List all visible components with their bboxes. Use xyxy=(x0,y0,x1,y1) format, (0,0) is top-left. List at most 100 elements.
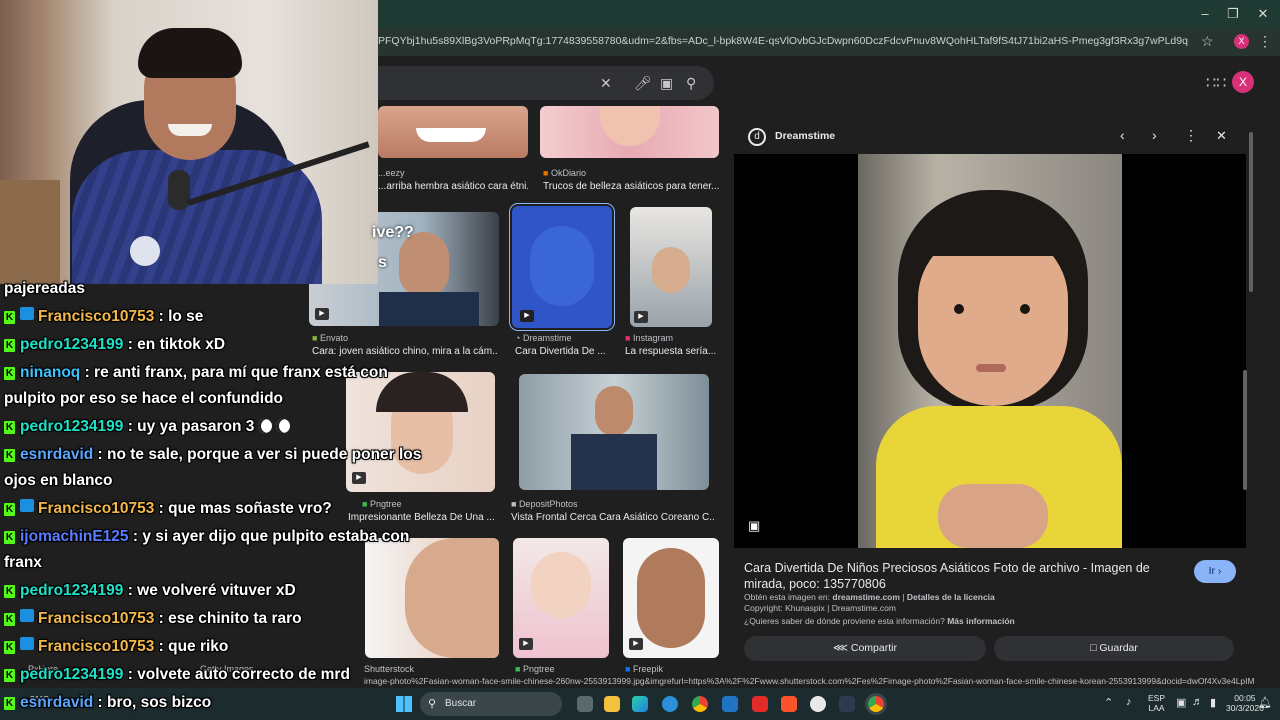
network-icon[interactable]: ▣ xyxy=(1176,696,1186,709)
close-preview-icon[interactable]: ✕ xyxy=(1216,128,1227,144)
subscriber-badge-icon xyxy=(20,609,34,622)
chat-message: Kpedro1234199 : uy ya pasaron 3 xyxy=(4,414,434,440)
more-options-icon[interactable]: ⋮ xyxy=(1184,127,1198,144)
smile-shape xyxy=(168,124,212,136)
language-indicator[interactable]: ESP LAA xyxy=(1148,693,1165,713)
page-scrollbar[interactable] xyxy=(1243,370,1247,490)
search-input[interactable]: ✕ 🎤︎ ▣ ⚲ xyxy=(360,66,714,100)
lens-search-icon[interactable]: ▣ xyxy=(660,75,673,92)
chat-username[interactable]: Francisco10753 xyxy=(38,610,154,627)
chat-line: pajereadas xyxy=(4,280,85,297)
kick-badge-icon: K xyxy=(4,531,15,544)
mouth-shape xyxy=(976,364,1006,372)
license-link[interactable]: Detalles de la licencia xyxy=(907,592,995,602)
volume-icon[interactable]: ♬ xyxy=(1192,696,1203,708)
kick-badge-icon: K xyxy=(4,697,15,710)
url-text[interactable]: PFQYbj1hu5s89XlBg3VoPRpMqTg:177483955878… xyxy=(378,35,1188,47)
result-image-selected[interactable]: ▶ xyxy=(509,203,615,331)
jersey-badge-icon xyxy=(130,236,160,266)
next-image-icon[interactable]: › xyxy=(1152,127,1157,143)
tray-expand-icon[interactable]: ⌃ xyxy=(1104,696,1113,709)
app-icon[interactable] xyxy=(810,696,826,712)
eyes-emote-icon xyxy=(258,419,273,433)
browser-menu-icon[interactable]: ⋮ xyxy=(1250,31,1280,51)
voice-search-icon[interactable]: 🎤︎ xyxy=(634,75,652,92)
youtube-icon[interactable] xyxy=(752,696,768,712)
copilot-icon[interactable] xyxy=(632,696,648,712)
obs-icon[interactable] xyxy=(839,696,855,712)
chat-username[interactable]: esnrdavid xyxy=(20,694,93,711)
close-window-icon[interactable]: ✕ xyxy=(1248,4,1278,24)
chat-username[interactable]: pedro1234199 xyxy=(20,336,123,353)
brave-icon[interactable] xyxy=(781,696,797,712)
eye-shape xyxy=(954,304,964,314)
chrome-icon[interactable] xyxy=(692,696,708,712)
subscriber-badge-icon xyxy=(20,307,34,320)
chat-username[interactable]: Francisco10753 xyxy=(38,308,154,325)
chat-text: : uy ya pasaron 3 xyxy=(123,418,255,435)
result-image[interactable]: ▶ xyxy=(630,207,712,327)
preview-site-name[interactable]: Dreamstime xyxy=(775,130,835,142)
chat-username[interactable]: pedro1234199 xyxy=(20,418,123,435)
taskbar-search[interactable]: ⚲ Buscar xyxy=(420,692,562,716)
clock-time: 00:05 xyxy=(1234,693,1256,703)
file-explorer-icon[interactable] xyxy=(604,696,620,712)
notification-icon[interactable]: 🔔︎ xyxy=(1258,696,1272,709)
result-caption[interactable]: Trucos de belleza asiáticos para tener..… xyxy=(543,181,719,192)
obtain-site-link[interactable]: dreamstime.com xyxy=(832,592,900,602)
face-shape xyxy=(531,552,591,618)
chat-username[interactable]: ijomachinE125 xyxy=(20,528,129,545)
chat-text: : que mas soñaste vro? xyxy=(154,500,332,517)
search-icon[interactable]: ⚲ xyxy=(686,75,696,92)
chat-username[interactable]: pedro1234199 xyxy=(20,666,123,683)
bookmark-star-icon[interactable]: ☆ xyxy=(1201,33,1214,50)
share-button[interactable]: ⋘ Compartir xyxy=(744,636,986,661)
result-caption[interactable]: Vista Frontal Cerca Cara Asiático Corean… xyxy=(511,512,715,523)
preview-image[interactable] xyxy=(858,154,1122,548)
result-caption[interactable]: ...arriba hembra asiático cara étni... xyxy=(378,181,528,192)
chat-text: : bro, sos bizco xyxy=(93,694,212,711)
overlay-fragment: ive?? xyxy=(372,224,414,241)
profile-avatar-small[interactable]: X xyxy=(1234,34,1249,49)
result-image[interactable] xyxy=(519,374,709,490)
preview-image-frame: ▣ xyxy=(734,154,1246,548)
edge-icon[interactable] xyxy=(662,696,678,712)
lens-image-icon[interactable]: ▣ xyxy=(748,518,760,534)
minimize-icon[interactable]: – xyxy=(1190,4,1220,24)
microphone-icon[interactable]: ♪ xyxy=(1126,696,1132,708)
layout-code: LAA xyxy=(1148,703,1165,713)
result-source-name: Dreamstime xyxy=(522,333,572,343)
pngtree-icon: ■ xyxy=(515,664,523,674)
streamer-hair-shape xyxy=(138,28,242,78)
more-info-link[interactable]: Más información xyxy=(947,616,1015,626)
save-button[interactable]: □ Guardar xyxy=(994,636,1234,661)
store-icon[interactable] xyxy=(722,696,738,712)
chat-username[interactable]: esnrdavid xyxy=(20,446,93,463)
task-view-icon[interactable] xyxy=(577,696,593,712)
visit-button[interactable]: Ir › xyxy=(1194,560,1236,583)
chat-username[interactable]: ninanoq xyxy=(20,364,80,381)
chat-username[interactable]: pedro1234199 xyxy=(20,582,123,599)
chrome-active-icon[interactable] xyxy=(868,696,884,712)
save-label: Guardar xyxy=(1099,642,1138,654)
preview-title[interactable]: Cara Divertida De Niños Preciosos Asiáti… xyxy=(744,560,1184,592)
clear-search-icon[interactable]: ✕ xyxy=(600,75,612,92)
google-account-avatar[interactable]: X xyxy=(1232,71,1254,93)
chat-username[interactable]: Francisco10753 xyxy=(38,500,154,517)
result-image[interactable]: ▶ xyxy=(513,538,609,658)
result-image[interactable] xyxy=(378,106,528,158)
maximize-icon[interactable]: ❐ xyxy=(1218,4,1248,24)
chat-username[interactable]: Francisco10753 xyxy=(38,638,154,655)
battery-icon[interactable]: ▮ xyxy=(1210,696,1216,709)
chat-message: K Francisco10753 : ese chinito ta raro xyxy=(4,606,434,632)
result-source-name: OkDiario xyxy=(550,168,586,178)
panel-scrollbar[interactable] xyxy=(1249,132,1253,292)
previous-image-icon[interactable]: ‹ xyxy=(1120,127,1125,143)
result-image[interactable]: ▶ xyxy=(623,538,719,658)
result-caption[interactable]: Cara Divertida De ... xyxy=(515,346,609,357)
result-image[interactable] xyxy=(540,106,719,158)
status-url: image-photo%2Fasian-woman-face-smile-chi… xyxy=(364,674,1254,688)
chat-message: Kpedro1234199 : volvete auto correcto de… xyxy=(4,662,434,688)
google-apps-icon[interactable]: ∷∷ xyxy=(1206,73,1226,93)
result-caption[interactable]: La respuesta sería... xyxy=(625,346,717,357)
